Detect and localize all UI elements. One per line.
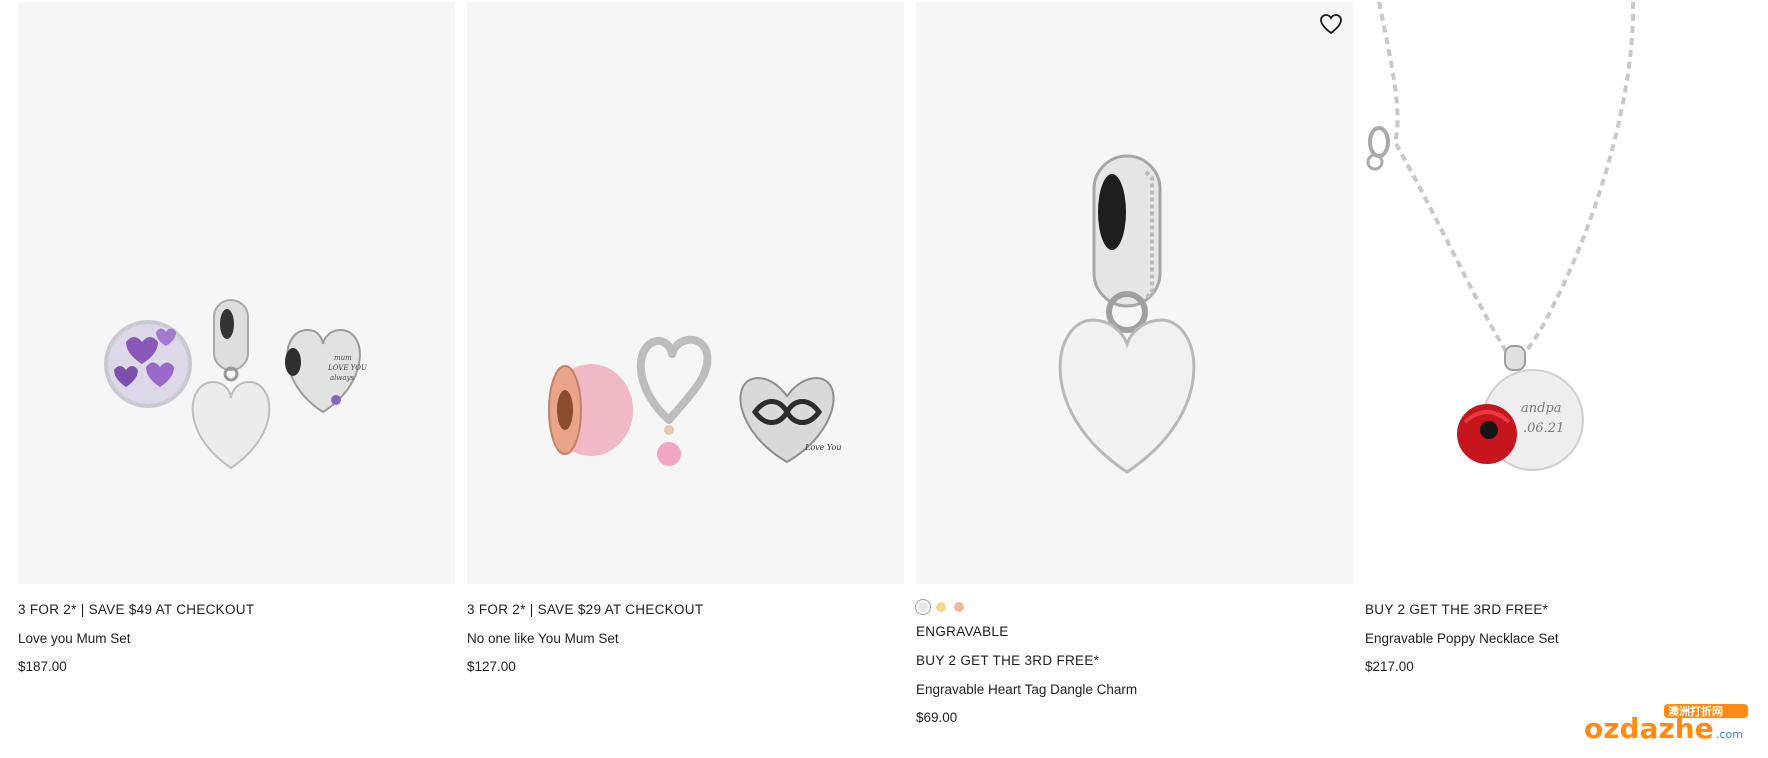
product-title[interactable]: Engravable Heart Tag Dangle Charm — [916, 682, 1353, 698]
svg-text:.06.21: .06.21 — [1523, 421, 1564, 436]
watermark-suffix: .com — [1716, 728, 1743, 741]
heart-outline-icon — [1320, 14, 1342, 35]
svg-text:andpa: andpa — [1521, 401, 1562, 416]
swatch-rose-gold[interactable] — [954, 602, 964, 612]
promo-text: 3 FOR 2* | SAVE $29 AT CHECKOUT — [467, 602, 704, 617]
product-title[interactable]: Love you Mum Set — [18, 631, 455, 647]
product-grid: mum LOVE YOU always 3 FOR 2* | SAVE $49 … — [18, 2, 1768, 758]
product-price: $127.00 — [467, 659, 516, 674]
charm-set-image: Love You — [548, 335, 841, 466]
product-image[interactable] — [916, 2, 1353, 584]
poppy-necklace-image: andpa .06.21 — [1366, 2, 1636, 471]
product-title[interactable]: Engravable Poppy Necklace Set — [1365, 631, 1768, 647]
product-card[interactable]: Love You 3 FOR 2* | SAVE $29 AT CHECKOUT… — [467, 2, 904, 675]
promo-text: BUY 2 GET THE 3RD FREE* — [1365, 602, 1549, 617]
charm-set-image: mum LOVE YOU always — [104, 299, 368, 470]
product-price: $187.00 — [18, 659, 67, 674]
product-card[interactable]: andpa .06.21 BUY 2 GET THE 3RD FREE* Eng… — [1365, 2, 1768, 675]
heart-tag-charm-image — [1058, 154, 1196, 474]
product-card[interactable]: ENGRAVABLE BUY 2 GET THE 3RD FREE* Engra… — [916, 2, 1353, 726]
svg-text:Love You: Love You — [804, 443, 841, 452]
product-image[interactable]: andpa .06.21 — [1365, 2, 1768, 584]
product-price: $217.00 — [1365, 659, 1414, 674]
product-title[interactable]: No one like You Mum Set — [467, 631, 904, 647]
promo-text: BUY 2 GET THE 3RD FREE* — [916, 653, 1100, 668]
swatch-silver[interactable] — [918, 602, 928, 612]
product-image[interactable]: mum LOVE YOU always — [18, 2, 455, 584]
product-card[interactable]: mum LOVE YOU always 3 FOR 2* | SAVE $49 … — [18, 2, 455, 675]
swatch-gold[interactable] — [936, 602, 946, 612]
svg-text:mum: mum — [334, 354, 352, 362]
watermark-logo: ozdazhe .com 澳洲打折网 — [1584, 704, 1748, 745]
watermark-chinese: 澳洲打折网 — [1668, 704, 1723, 718]
wishlist-button[interactable] — [1319, 12, 1343, 36]
product-image[interactable]: Love You — [467, 2, 904, 584]
svg-text:always: always — [330, 374, 355, 382]
svg-text:LOVE YOU: LOVE YOU — [327, 364, 368, 372]
color-swatches — [918, 598, 1353, 616]
engravable-tag: ENGRAVABLE — [916, 624, 1009, 639]
promo-text: 3 FOR 2* | SAVE $49 AT CHECKOUT — [18, 602, 255, 617]
product-price: $69.00 — [916, 710, 958, 725]
